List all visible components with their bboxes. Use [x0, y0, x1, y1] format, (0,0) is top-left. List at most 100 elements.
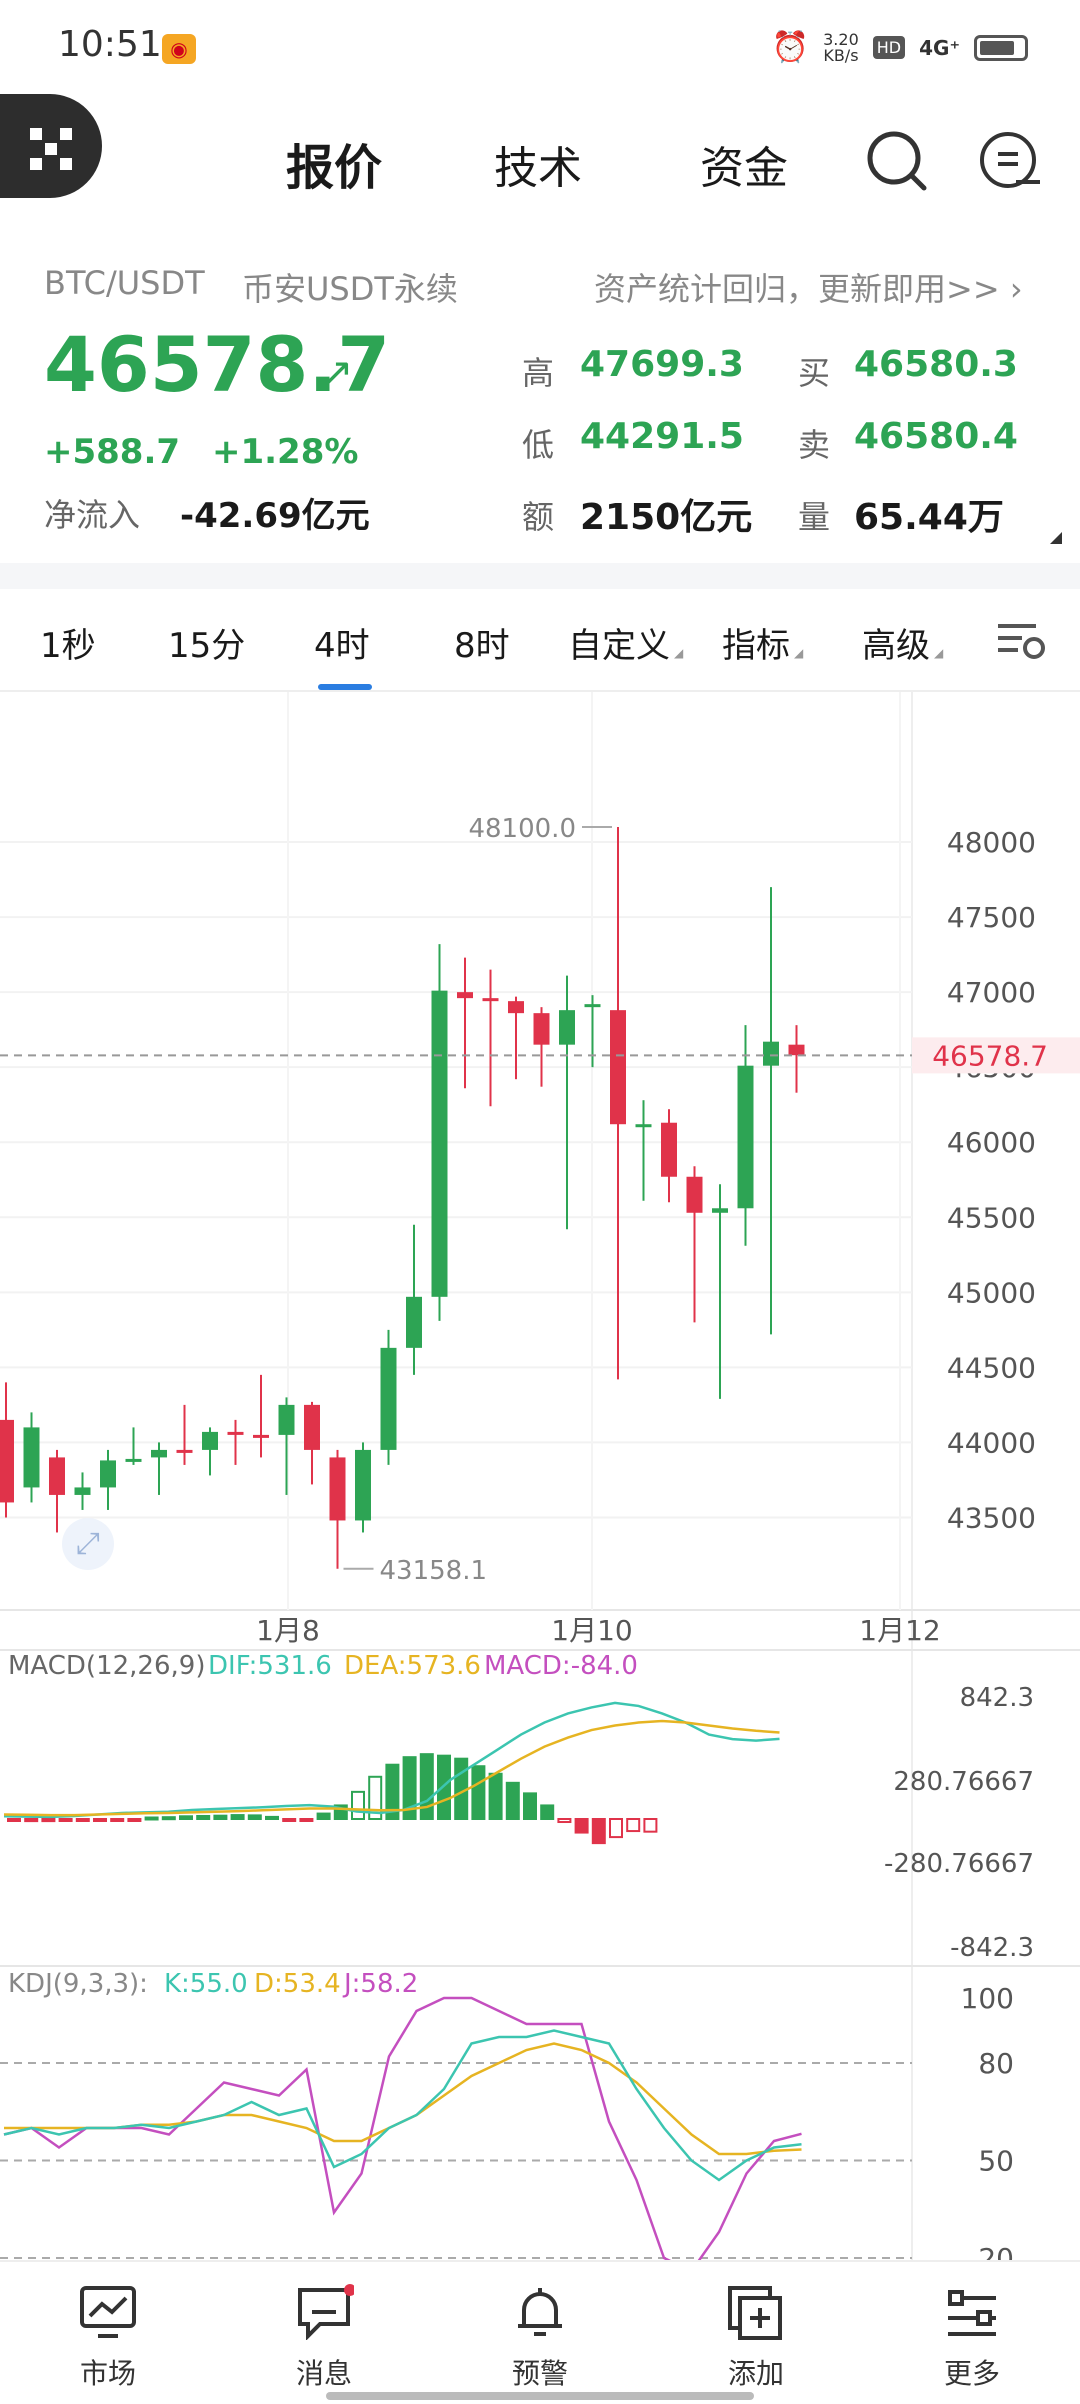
y-tick-label: 43500	[947, 1501, 1036, 1534]
macd-histogram-bar	[523, 1792, 537, 1820]
price-chart[interactable]: 4800047500470004650046000455004500044500…	[0, 692, 1080, 2260]
low-value: 44291.5	[580, 416, 744, 457]
macd-histogram-bar	[230, 1814, 245, 1821]
indicators-label: 指标	[722, 626, 790, 666]
kdj-y-tick-label: 20	[978, 2242, 1014, 2260]
battery-icon	[974, 34, 1028, 61]
nav-more[interactable]: 更多	[892, 2284, 1052, 2392]
macd-histogram-bar	[213, 1814, 228, 1820]
market-chart-icon	[80, 2286, 136, 2338]
amount-value: 2150亿元	[580, 497, 753, 538]
tab-technical[interactable]: 技术	[494, 132, 582, 196]
more-settings-icon	[948, 2290, 996, 2336]
chevron-right-icon: ›	[1009, 270, 1023, 308]
indicators-dropdown[interactable]: 指标 ◢	[722, 618, 803, 667]
interval-8h[interactable]: 8时	[454, 618, 510, 667]
candle-body	[712, 1208, 728, 1213]
candle-body	[788, 1044, 805, 1056]
nav-market-label: 市场	[79, 2357, 136, 2390]
macd-histogram-bar	[58, 1818, 73, 1822]
dropdown-icon: ◢	[934, 646, 944, 660]
candle-body	[737, 1065, 754, 1209]
interval-custom[interactable]: 自定义 ◢	[568, 618, 683, 667]
nav-alerts[interactable]: 预警	[460, 2284, 620, 2392]
okx-logo-button[interactable]	[0, 94, 102, 198]
interval-15m[interactable]: 15分	[168, 618, 245, 667]
tab-quote[interactable]: 报价	[286, 128, 382, 198]
expand-fullscreen-icon[interactable]: ⤢	[62, 1518, 114, 1570]
macd-histogram-bar	[557, 1818, 572, 1824]
status-right-icons: ⏰ 3.20 KB/s HD 4G⁺	[772, 30, 1028, 65]
chart-canvas[interactable]: 4800047500470004650046000455004500044500…	[0, 692, 1080, 2260]
y-tick-label: 45000	[947, 1276, 1036, 1309]
macd-histogram-bar	[316, 1812, 331, 1821]
macd-histogram-bar	[419, 1753, 434, 1821]
candle-body	[559, 1010, 575, 1045]
nav-messages[interactable]: 消息	[244, 2284, 404, 2392]
y-tick-label: 45500	[947, 1201, 1036, 1234]
advanced-label: 高级	[862, 626, 930, 666]
buy-label: 买	[798, 354, 831, 392]
macd-histogram-bar	[127, 1818, 142, 1822]
macd-histogram-bar	[179, 1815, 193, 1821]
candle-body	[49, 1457, 65, 1495]
high-value: 47699.3	[580, 344, 744, 385]
kdj-y-tick-label: 100	[961, 1982, 1014, 2015]
nav-market[interactable]: 市场	[28, 2284, 188, 2392]
macd-histogram-bar	[643, 1818, 658, 1833]
candle-body	[533, 1013, 550, 1045]
signal-icon: 4G⁺	[919, 35, 960, 60]
candle-body	[74, 1487, 91, 1495]
macd-histogram-bar	[471, 1765, 486, 1820]
macd-histogram-bar	[41, 1818, 56, 1823]
candle-body	[253, 1434, 269, 1438]
candle-body	[661, 1122, 677, 1177]
x-tick-label: 1月10	[551, 1614, 632, 1647]
candle-body	[100, 1460, 116, 1488]
kdj-legend-text: D:53.4	[254, 1969, 341, 1999]
candle-body	[380, 1347, 397, 1450]
y-tick-label: 47500	[947, 901, 1036, 934]
candle-body	[227, 1431, 244, 1435]
macd-legend-text: DEA:573.6	[344, 1651, 481, 1681]
kdj-legend-text: K:55.0	[164, 1969, 248, 1999]
candle-body	[610, 1010, 626, 1125]
macd-histogram-bar	[7, 1818, 21, 1822]
kdj-j-line	[3, 1996, 802, 2260]
kdj-d-line	[4, 2042, 802, 2156]
macd-histogram-bar	[282, 1818, 297, 1822]
okx-logo-icon	[30, 128, 72, 170]
macd-histogram-bar	[351, 1790, 365, 1820]
candle-body	[304, 1404, 320, 1450]
promo-link[interactable]: 资产统计回归，更新即用>> ›	[594, 264, 1023, 310]
y-tick-label: 46000	[947, 1126, 1036, 1159]
macd-histogram-bar	[24, 1818, 39, 1823]
candle-body	[635, 1124, 652, 1128]
pair-name[interactable]: BTC/USDT	[44, 264, 205, 302]
chat-menu-icon[interactable]	[978, 128, 1044, 194]
volume-value: 65.44万	[854, 497, 1004, 538]
interval-4h[interactable]: 4时	[314, 618, 370, 667]
x-tick-label: 1月12	[859, 1614, 940, 1647]
search-icon[interactable]	[864, 128, 930, 194]
candle-body	[176, 1449, 193, 1453]
market-name[interactable]: 币安USDT永续	[242, 264, 458, 310]
chart-settings-icon[interactable]	[996, 618, 1048, 664]
candle-body	[457, 992, 473, 999]
tab-funds[interactable]: 资金	[700, 132, 788, 196]
macd-histogram-bar	[505, 1781, 520, 1820]
expand-corner-icon[interactable]	[1050, 532, 1062, 544]
candle-body	[406, 1296, 422, 1348]
add-icon	[728, 2286, 782, 2340]
candle-body	[686, 1176, 703, 1213]
kdj-y-tick-label: 50	[978, 2145, 1014, 2178]
interval-1s[interactable]: 1秒	[40, 618, 96, 667]
nav-add[interactable]: 添加	[676, 2284, 836, 2392]
y-tick-label: 47000	[947, 976, 1036, 1009]
macd-histogram-bar	[247, 1814, 262, 1821]
y-tick-label: 44000	[947, 1426, 1036, 1459]
advanced-dropdown[interactable]: 高级 ◢	[862, 618, 943, 667]
sell-value: 46580.4	[854, 416, 1018, 457]
status-bar: 10:51 ◉ ⏰ 3.20 KB/s HD 4G⁺	[0, 0, 1080, 92]
net-inflow-value: -42.69亿元	[180, 496, 370, 536]
